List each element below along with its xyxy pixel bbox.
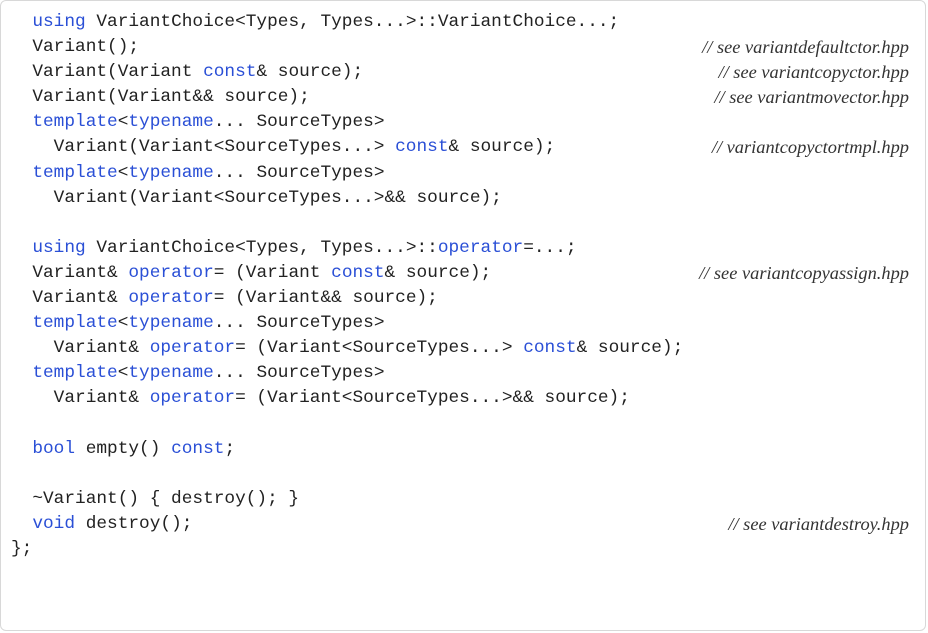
code-keyword: const (331, 262, 385, 283)
code-text: < (117, 313, 129, 334)
code-keyword: operator (128, 288, 214, 309)
code-line: Variant(Variant<SourceTypes...>&& source… (11, 186, 921, 211)
code-text: ... SourceTypes> (213, 313, 385, 334)
code-line: ~Variant() { destroy(); } (11, 487, 921, 512)
code-keyword: operator (149, 338, 236, 359)
code-line: Variant& operator= (Variant&& source); (11, 286, 921, 311)
code-line: Variant(Variant<SourceTypes...> const& s… (11, 135, 921, 160)
code-text: ... SourceTypes> (213, 162, 385, 183)
code-text: ... SourceTypes> (213, 112, 385, 133)
code-text: = (Variant<SourceTypes...>&& source); (235, 388, 630, 409)
code-text: Variant(Variant&& source); (11, 87, 310, 108)
code-comment: // see variantdefaultctor.hpp (702, 37, 909, 58)
code-text: Variant& (11, 388, 150, 409)
code-comment: // see variantcopyctor.hpp (718, 62, 909, 83)
code-keyword: template (32, 363, 118, 384)
code-keyword: typename (128, 313, 214, 334)
code-line: Variant(); // see variantdefaultctor.hpp (11, 35, 921, 60)
code-line: Variant(Variant const& source); // see va… (11, 60, 921, 85)
code-text: Variant& (11, 262, 129, 283)
code-text: VariantChoice<Types, Types...>:: (85, 237, 438, 258)
code-line: Variant& operator= (Variant<SourceTypes.… (11, 336, 921, 361)
code-text: & source); (576, 338, 684, 359)
code-keyword: typename (128, 162, 214, 183)
code-line: template<typename... SourceTypes> (11, 311, 921, 336)
code-text: Variant& (11, 338, 150, 359)
code-text: ~Variant() { destroy(); } (11, 488, 300, 509)
code-line: template<typename... SourceTypes> (11, 361, 921, 386)
code-text: ... SourceTypes> (213, 363, 385, 384)
code-comment: // see variantmovector.hpp (714, 87, 909, 108)
code-text: Variant(Variant<SourceTypes...> (11, 137, 396, 158)
code-text: & source); (384, 262, 492, 283)
code-keyword: operator (437, 237, 524, 258)
code-text: =...; (523, 237, 577, 258)
code-text: }; (11, 538, 33, 559)
code-text: Variant(Variant<SourceTypes...>&& source… (11, 187, 502, 208)
code-text: ; (224, 438, 236, 459)
code-text: = (Variant<SourceTypes...> (235, 338, 524, 359)
code-keyword: const (523, 338, 577, 359)
code-line: template<typename... SourceTypes> (11, 161, 921, 186)
code-keyword: operator (128, 262, 214, 283)
code-line: }; (11, 537, 921, 562)
code-line: Variant& operator= (Variant<SourceTypes.… (11, 386, 921, 411)
code-text: = (Variant (213, 262, 332, 283)
code-text: Variant(); (11, 37, 140, 58)
code-comment: // variantcopyctortmpl.hpp (711, 137, 909, 158)
code-text: & source); (256, 62, 364, 83)
code-keyword: template (32, 162, 118, 183)
code-text: < (117, 162, 129, 183)
code-line: bool empty() const; (11, 437, 921, 462)
code-keyword: using (32, 12, 86, 32)
code-line: Variant(Variant&& source); // see variant… (11, 85, 921, 110)
code-keyword: const (171, 438, 225, 459)
code-text: < (117, 363, 129, 384)
code-line: void destroy(); // see variantdestroy.hpp (11, 512, 921, 537)
code-keyword: template (32, 313, 118, 334)
code-keyword: void (32, 513, 76, 534)
code-block: using VariantChoice<Types, Types...>::Va… (11, 10, 921, 562)
code-comment: // see variantcopyassign.hpp (699, 262, 909, 283)
code-line: template<typename... SourceTypes> (11, 110, 921, 135)
code-line: Variant& operator= (Variant const& sourc… (11, 261, 921, 286)
code-keyword: typename (128, 112, 214, 133)
code-text: Variant& (11, 288, 129, 309)
code-keyword: typename (128, 363, 214, 384)
code-keyword: template (32, 112, 118, 133)
code-text: < (117, 112, 129, 133)
code-keyword: const (203, 62, 257, 83)
code-keyword: using (32, 237, 86, 258)
code-keyword: bool (32, 438, 76, 459)
code-text: destroy(); (75, 513, 193, 534)
code-keyword: const (395, 137, 449, 158)
code-keyword: operator (149, 388, 236, 409)
code-comment: // see variantdestroy.hpp (728, 513, 909, 534)
code-text: empty() (75, 438, 172, 459)
code-line: using VariantChoice<Types, Types...>::op… (11, 236, 921, 261)
code-text: Variant(Variant (11, 62, 204, 83)
code-line: using VariantChoice<Types, Types...>::Va… (11, 10, 921, 35)
code-text: VariantChoice<Types, Types...>::VariantC… (85, 12, 620, 32)
code-listing-panel: using VariantChoice<Types, Types...>::Va… (0, 0, 926, 631)
code-text: & source); (448, 137, 556, 158)
code-text: = (Variant&& source); (213, 288, 438, 309)
